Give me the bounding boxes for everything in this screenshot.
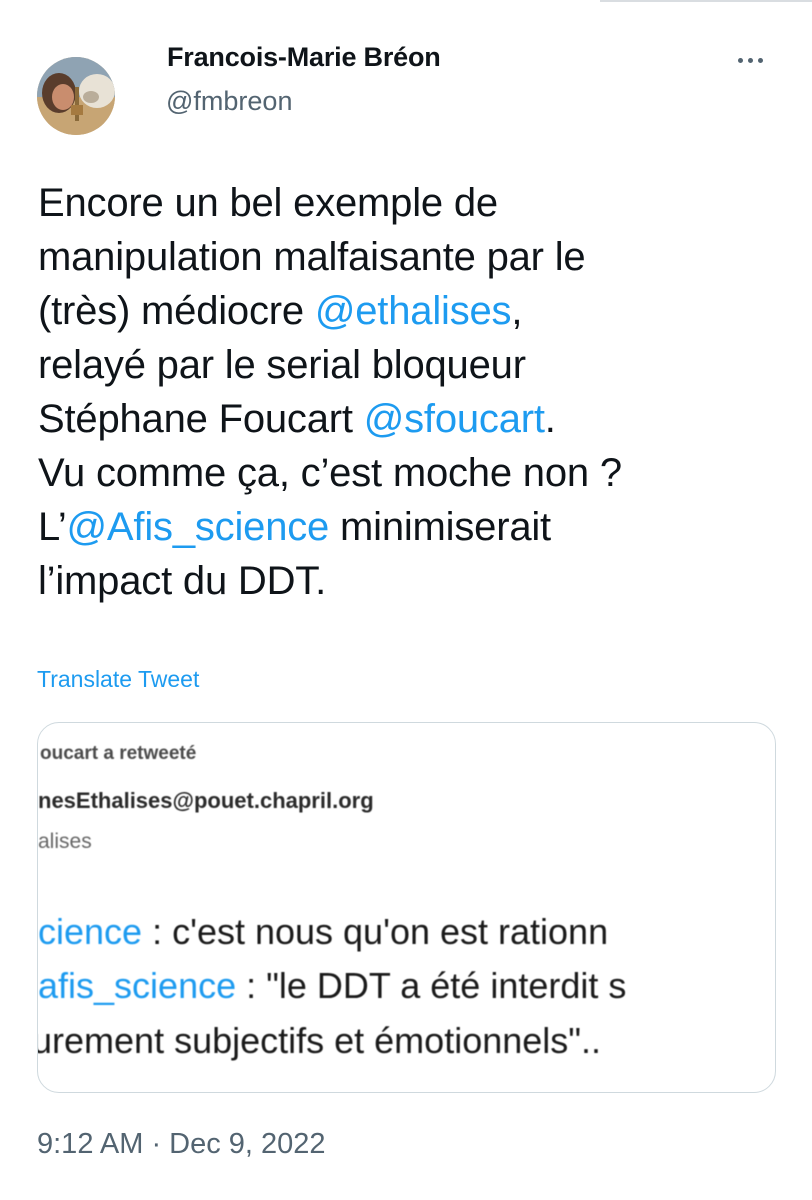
tweet-text-segment: Stéphane Foucart [38,397,364,441]
tweet-text-segment: (très) médiocre [38,289,315,333]
tweet-line: relayé par le serial bloqueur [38,338,778,392]
author-handle[interactable]: @fmbreon [166,86,292,117]
tweet-text-segment: minimiserait [329,505,551,549]
tweet-line: L’@Afis_science minimiserait [38,500,778,554]
retweet-line: oucart a retweeté [40,743,197,764]
tweet-line: Vu comme ça, c’est moche non ? [38,446,778,500]
top-divider [600,0,812,2]
quoted-post-line: cience : c'est nous qu'on est rationn [38,911,608,953]
mention-link[interactable]: @ethalises [315,289,512,333]
more-options-icon[interactable] [736,48,766,72]
tweet-text-segment: , [511,289,523,333]
tweet-text-segment: L’ [38,505,67,549]
name-line: alises [38,830,92,853]
author-display-name[interactable]: Francois-Marie Bréon [167,42,441,73]
quoted-text-segment: : c'est nous qu'on est rationn [142,911,609,952]
mention-link[interactable]: @Afis_science [67,505,330,549]
quoted-post-line: afis_science : "le DDT a été interdit s [38,965,626,1007]
quoted-mention: cience [38,911,143,952]
mention-link[interactable]: @sfoucart [364,397,545,441]
tweet-line: manipulation malfaisante par le [38,230,778,284]
account-line: nesEthalises@pouet.chapril.org [38,788,374,813]
tweet-text-segment: manipulation malfaisante par le [38,235,586,279]
tweet-timestamp[interactable]: 9:12 AM · Dec 9, 2022 [37,1128,326,1161]
quoted-text-segment: : "le DDT a été interdit s [236,965,627,1006]
tweet-text-segment: . [544,397,556,441]
tweet-text-segment: Encore un bel exemple de [38,181,498,225]
tweet-line: Stéphane Foucart @sfoucart. [38,392,778,446]
avatar-photo [37,57,115,135]
tweet-text: Encore un bel exemple de manipulation mal… [38,176,778,608]
tweet-line: l’impact du DDT. [38,554,778,608]
tweet-line: (très) médiocre @ethalises, [38,284,778,338]
quoted-mention: afis_science [38,965,237,1006]
translate-tweet-link[interactable]: Translate Tweet [37,666,199,693]
tweet-text-segment: l’impact du DDT. [38,559,326,603]
screenshot-content: oucart a retweeté nesEthalises@pouet.cha… [38,723,775,1092]
tweet-text-segment: relayé par le serial bloqueur [38,343,526,387]
tweet-line: Encore un bel exemple de [38,176,778,230]
tweet-image[interactable]: oucart a retweeté nesEthalises@pouet.cha… [37,722,776,1093]
quoted-post-line: urement subjectifs et émotionnels".. [37,1020,602,1062]
avatar[interactable] [37,57,115,135]
tweet-text-segment: Vu comme ça, c’est moche non ? [38,451,622,495]
quoted-text-segment: urement subjectifs et émotionnels".. [37,1020,602,1061]
